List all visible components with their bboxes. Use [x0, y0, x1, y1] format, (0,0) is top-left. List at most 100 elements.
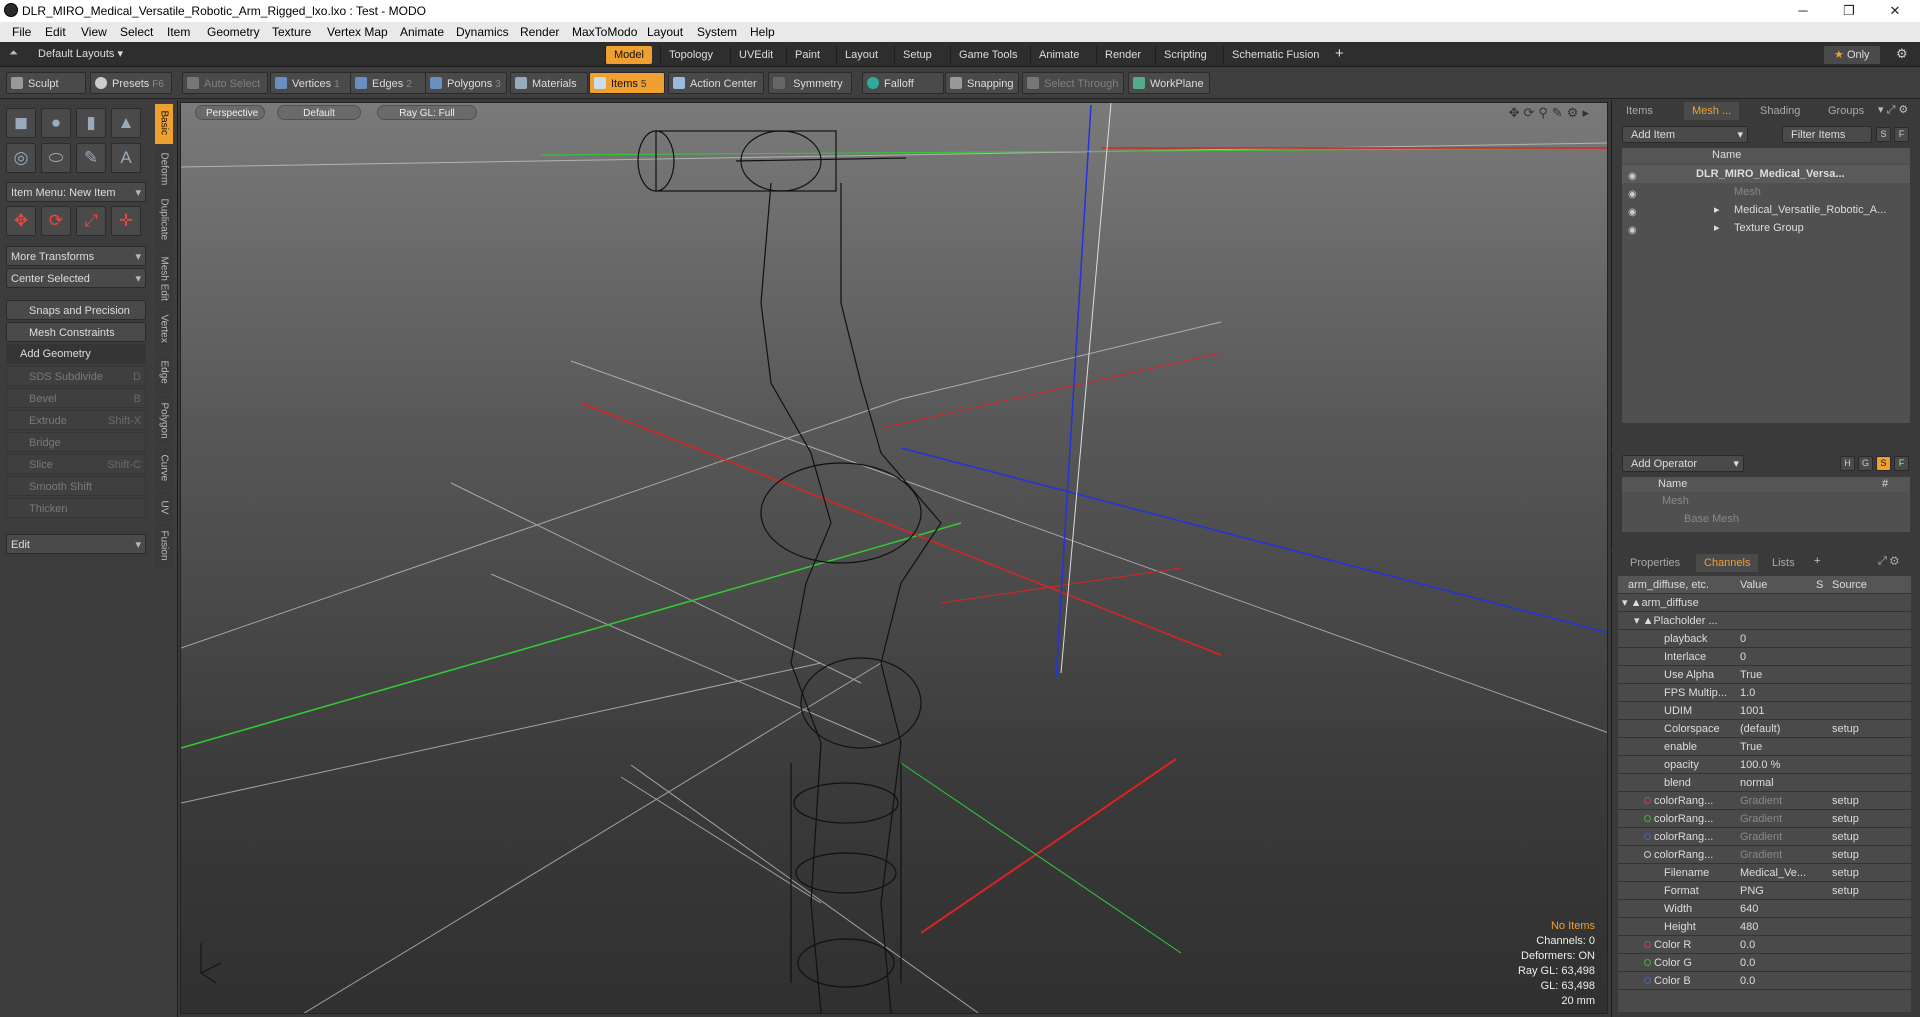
channel-value[interactable]: True: [1740, 738, 1812, 756]
edges-button[interactable]: Edges 2: [350, 72, 426, 94]
menu-geometry[interactable]: Geometry: [207, 25, 260, 39]
channel-row[interactable]: Color B 0.0: [1618, 972, 1911, 990]
3d-viewport[interactable]: Perspective Default Ray GL: Full ✥⟳⚲✎⚙▸ …: [180, 102, 1608, 1014]
snaps-and-precision-button[interactable]: Snaps and Precision: [6, 300, 146, 320]
bridge-button[interactable]: Bridge: [6, 432, 146, 452]
channel-value[interactable]: True: [1740, 666, 1812, 684]
sculpt-button[interactable]: Sculpt: [6, 72, 86, 94]
more-transforms-dropdown[interactable]: More Transforms: [6, 246, 146, 267]
menu-edit[interactable]: Edit: [45, 25, 66, 39]
items-name-column[interactable]: Name: [1622, 148, 1910, 163]
tab-render[interactable]: Render: [1096, 46, 1149, 64]
channel-row[interactable]: colorRang... Gradient setup: [1618, 792, 1911, 810]
channel-row[interactable]: Use Alpha True: [1618, 666, 1911, 684]
tab-paint[interactable]: Paint: [786, 46, 828, 64]
slice-button[interactable]: Slice Shift-C: [6, 454, 146, 474]
add-geometry-header[interactable]: Add Geometry: [6, 344, 146, 364]
menu-maxtomodo[interactable]: MaxToModo: [572, 25, 637, 39]
tab-schematic-fusion[interactable]: Schematic Fusion: [1223, 46, 1327, 64]
channel-row[interactable]: Width 640: [1618, 900, 1911, 918]
channel-value[interactable]: 0.0: [1740, 972, 1812, 990]
items-button[interactable]: Items 5: [589, 72, 665, 94]
tab-scripting[interactable]: Scripting: [1155, 46, 1215, 64]
vtab-basic[interactable]: Basic: [155, 104, 173, 144]
vtab-deform[interactable]: Deform: [155, 146, 173, 190]
sds-subdivide-button[interactable]: SDS Subdivide D: [6, 366, 146, 386]
tab-shading[interactable]: Shading: [1752, 102, 1808, 120]
materials-button[interactable]: Materials: [510, 72, 588, 94]
auto-select-button[interactable]: Auto Select: [182, 72, 268, 94]
mesh-constraints-button[interactable]: Mesh Constraints: [6, 322, 146, 342]
tab-topology[interactable]: Topology: [660, 46, 721, 64]
channel-row[interactable]: Format PNG setup: [1618, 882, 1911, 900]
vtab-mesh-edit[interactable]: Mesh Edit: [155, 250, 173, 306]
channel-value[interactable]: 1001: [1740, 702, 1812, 720]
menu-view[interactable]: View: [81, 25, 107, 39]
channel-value[interactable]: 100.0 %: [1740, 756, 1812, 774]
channel-row[interactable]: playback 0: [1618, 630, 1911, 648]
polygons-button[interactable]: Polygons 3: [425, 72, 507, 94]
vtab-polygon[interactable]: Polygon: [155, 396, 173, 446]
layout-preset-dropdown[interactable]: Default Layouts ▾: [38, 47, 123, 60]
layout-toggle-icon[interactable]: ⏶: [9, 47, 18, 60]
menu-texture[interactable]: Texture: [272, 25, 311, 39]
s-toggle[interactable]: S: [1876, 456, 1891, 471]
channel-value[interactable]: 0: [1740, 630, 1812, 648]
menu-vertex-map[interactable]: Vertex Map: [327, 25, 388, 39]
minimize-button[interactable]: ─: [1780, 0, 1826, 22]
channel-row[interactable]: Colorspace (default) setup: [1618, 720, 1911, 738]
thicken-button[interactable]: Thicken: [6, 498, 146, 518]
channel-row[interactable]: opacity 100.0 %: [1618, 756, 1911, 774]
pen-icon[interactable]: ✎: [76, 143, 106, 173]
edit-dropdown[interactable]: Edit: [6, 534, 146, 555]
vtab-fusion[interactable]: Fusion: [155, 524, 173, 568]
channel-value[interactable]: PNG: [1740, 882, 1812, 900]
channel-value[interactable]: 0: [1740, 648, 1812, 666]
f-toggle[interactable]: F: [1894, 127, 1909, 142]
menu-animate[interactable]: Animate: [400, 25, 444, 39]
g-toggle[interactable]: G: [1858, 456, 1873, 471]
panel-expand-icon[interactable]: ▾ ⤢ ⚙: [1878, 103, 1908, 117]
extrude-button[interactable]: Extrude Shift-X: [6, 410, 146, 430]
presets-button[interactable]: Presets F6: [90, 72, 172, 94]
maximize-button[interactable]: ❐: [1826, 0, 1872, 22]
shading-mode-button[interactable]: Default: [277, 105, 361, 120]
tab-model[interactable]: Model: [605, 46, 652, 64]
channel-row[interactable]: Filename Medical_Ve... setup: [1618, 864, 1911, 882]
channel-value[interactable]: Gradient: [1740, 828, 1812, 846]
channel-value[interactable]: 640: [1740, 900, 1812, 918]
tab-properties[interactable]: Properties: [1622, 554, 1688, 572]
item-menu-dropdown[interactable]: Item Menu: New Item: [6, 182, 146, 203]
panel-expand-icon[interactable]: ⤢ ⚙: [1878, 555, 1899, 568]
menu-render[interactable]: Render: [520, 25, 559, 39]
channel-row[interactable]: UDIM 1001: [1618, 702, 1911, 720]
tab-items[interactable]: Items: [1618, 102, 1661, 120]
only-toggle[interactable]: ★ Only: [1824, 46, 1880, 64]
vtab-duplicate[interactable]: Duplicate: [155, 192, 173, 248]
vtab-curve[interactable]: Curve: [155, 448, 173, 490]
add-operator-button[interactable]: Add Operator ▾: [1622, 455, 1744, 472]
menu-system[interactable]: System: [697, 25, 737, 39]
channel-value[interactable]: Medical_Ve...: [1740, 864, 1812, 882]
render-mode-button[interactable]: Ray GL: Full: [377, 105, 477, 120]
channel-row[interactable]: Height 480: [1618, 918, 1911, 936]
add-tab-button[interactable]: +: [1814, 555, 1820, 567]
add-tab-button[interactable]: +: [1335, 45, 1344, 62]
bevel-button[interactable]: Bevel B: [6, 388, 146, 408]
eye-icon[interactable]: ◉: [1628, 186, 1640, 200]
snapping-button[interactable]: Snapping: [945, 72, 1019, 94]
channel-row[interactable]: enable True: [1618, 738, 1911, 756]
tab-layout[interactable]: Layout: [836, 46, 886, 64]
filter-items-field[interactable]: Filter Items: [1782, 126, 1872, 143]
tab-animate[interactable]: Animate: [1030, 46, 1087, 64]
channel-row[interactable]: colorRang... Gradient setup: [1618, 828, 1911, 846]
rotate-icon[interactable]: ⟳: [41, 206, 71, 236]
text-icon[interactable]: A: [111, 143, 141, 173]
scale-icon[interactable]: ⤢: [76, 206, 106, 236]
channels-group-row[interactable]: ▾ ▲ arm_diffuse: [1618, 594, 1911, 612]
torus-icon[interactable]: ◎: [6, 143, 36, 173]
workplane-button[interactable]: WorkPlane: [1128, 72, 1210, 94]
vtab-edge[interactable]: Edge: [155, 354, 173, 394]
channel-value[interactable]: normal: [1740, 774, 1812, 792]
menu-select[interactable]: Select: [120, 25, 153, 39]
